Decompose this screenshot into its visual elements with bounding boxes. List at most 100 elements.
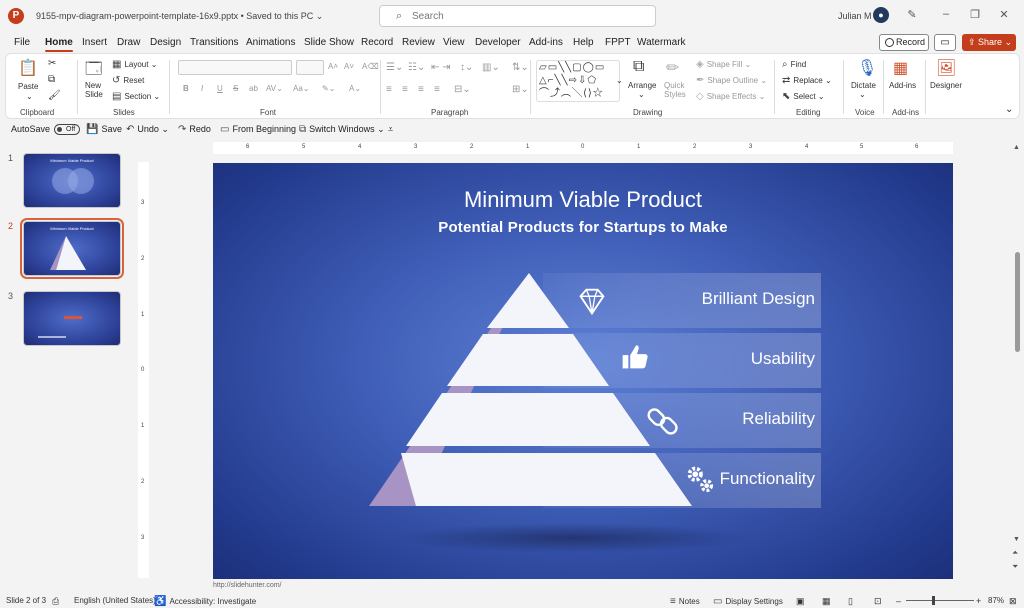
undo-button[interactable]: ↶ Undo ⌄ [126, 124, 169, 135]
collapse-ribbon-icon[interactable]: ⌄ [1005, 104, 1013, 115]
tab-insert[interactable]: Insert [82, 37, 107, 48]
strikethrough-icon[interactable]: S [233, 84, 238, 93]
font-size-box[interactable] [296, 60, 324, 75]
section-button[interactable]: ▤ Section ⌄ [112, 91, 160, 102]
reading-view-icon[interactable]: ▯ [848, 596, 853, 607]
add-ins-icon[interactable]: ▦ [893, 58, 908, 78]
numbering-icon[interactable]: ☷⌄ [408, 62, 425, 73]
slide-thumbnail-1[interactable]: Minimum Viable Product [23, 153, 121, 208]
slide-thumbnail-2[interactable]: Minimum Viable Product [20, 218, 124, 279]
format-painter-icon[interactable]: 🖌 [48, 90, 61, 101]
accessibility-status[interactable]: ♿ Accessibility: Investigate [154, 596, 256, 607]
quick-styles-button[interactable]: Quick Styles [664, 81, 692, 99]
shadow-icon[interactable]: ab [249, 84, 258, 93]
line-spacing-icon[interactable]: ↕⌄ [460, 62, 473, 73]
zoom-level[interactable]: 87% [988, 596, 1004, 605]
tab-fppt[interactable]: FPPT [605, 37, 631, 48]
shapes-more-icon[interactable]: ⌄ [616, 76, 623, 85]
tab-transitions[interactable]: Transitions [190, 37, 239, 48]
scroll-up-icon[interactable]: ▲ [1013, 144, 1020, 151]
minimize-icon[interactable]: – [938, 8, 954, 20]
quick-styles-icon[interactable]: ✏ [666, 58, 679, 78]
autosave-toggle[interactable]: AutoSave Off [11, 124, 81, 136]
record-button[interactable]: Record [879, 34, 929, 51]
language-status[interactable]: English (United States) [74, 596, 156, 605]
tab-view[interactable]: View [443, 37, 465, 48]
copy-icon[interactable]: ⧉ [48, 74, 55, 85]
replace-button[interactable]: ⇄ Replace ⌄ [782, 75, 832, 86]
tab-home[interactable]: Home [45, 37, 73, 52]
tab-developer[interactable]: Developer [475, 37, 521, 48]
italic-icon[interactable]: I [201, 84, 203, 93]
previous-slide-icon[interactable]: ⏶ [1012, 548, 1018, 558]
align-right-icon[interactable]: ≡ [418, 84, 424, 95]
layout-button[interactable]: ▦ Layout ⌄ [112, 59, 157, 70]
arrange-button[interactable]: Arrange [628, 81, 656, 90]
avatar[interactable]: ● [873, 7, 889, 23]
zoom-slider[interactable] [906, 600, 974, 601]
customize-qat-icon[interactable]: ⩡ [388, 124, 393, 135]
cut-icon[interactable]: ✂ [48, 58, 56, 69]
slidehunter-link[interactable]: http://slidehunter.com/ [213, 582, 281, 589]
tab-watermark[interactable]: Watermark [637, 37, 686, 48]
scroll-down-icon[interactable]: ▼ [1013, 536, 1020, 543]
tab-design[interactable]: Design [150, 37, 181, 48]
shapes-gallery[interactable]: ▱▭╲╲▢◯▭ △⌐╲╲⇨⇩⬠ ⌒⤴︵╲⟨⟩☆ [536, 60, 620, 102]
spelling-icon[interactable]: ⎙ [52, 596, 59, 607]
align-left-icon[interactable]: ≡ [386, 84, 392, 95]
bullets-icon[interactable]: ☰⌄ [386, 62, 403, 73]
paste-icon[interactable]: 📋 [18, 58, 38, 78]
notes-button[interactable]: ≡ Notes [670, 596, 700, 607]
columns-icon[interactable]: ▥⌄ [482, 62, 500, 73]
designer-button[interactable]: Designer [930, 81, 962, 90]
zoom-slider-handle[interactable] [932, 596, 935, 605]
highlight-icon[interactable]: ✎⌄ [322, 84, 335, 93]
next-slide-icon[interactable]: ⏷ [1012, 562, 1018, 572]
smartart-icon[interactable]: ⊞⌄ [512, 84, 529, 95]
redo-button[interactable]: ↷ Redo [178, 124, 211, 135]
font-name-box[interactable] [178, 60, 292, 75]
scrollbar-thumb[interactable] [1015, 252, 1020, 352]
new-slide-button[interactable]: New Slide [85, 81, 111, 99]
save-button[interactable]: 💾 Save [86, 124, 122, 135]
font-color-icon[interactable]: A⌄ [349, 84, 361, 93]
switch-windows-button[interactable]: ⧉ Switch Windows ⌄ [299, 124, 385, 135]
slide-sorter-icon[interactable]: ▦ [822, 596, 831, 607]
dictate-dropdown-icon[interactable]: ⌄ [859, 90, 866, 99]
arrange-icon[interactable]: ⧉ [633, 58, 644, 76]
user-name[interactable]: Julian M [838, 11, 872, 21]
grow-font-icon[interactable]: A˄ [328, 62, 338, 71]
tab-add-ins[interactable]: Add-ins [529, 37, 563, 48]
select-button[interactable]: ⬉ Select ⌄ [782, 91, 825, 102]
from-beginning-button[interactable]: ▭ From Beginning [220, 124, 296, 135]
slide-canvas[interactable]: Minimum Viable Product Potential Product… [213, 163, 953, 579]
indent-icon[interactable]: ⇤ ⇥ [431, 62, 451, 73]
shape-fill-button[interactable]: ◈ Shape Fill ⌄ [696, 59, 751, 70]
paste-dropdown-icon[interactable]: ⌄ [26, 92, 33, 101]
search-box[interactable]: ⌕ Search [379, 5, 656, 27]
shape-outline-button[interactable]: ✒ Shape Outline ⌄ [696, 75, 767, 86]
pen-icon[interactable]: ✎ [904, 8, 920, 21]
tab-review[interactable]: Review [402, 37, 435, 48]
close-icon[interactable]: ✕ [996, 8, 1012, 21]
tab-slide-show[interactable]: Slide Show [304, 37, 354, 48]
tab-animations[interactable]: Animations [246, 37, 295, 48]
bold-icon[interactable]: B [183, 84, 189, 93]
document-title[interactable]: 9155-mpv-diagram-powerpoint-template-16x… [36, 11, 323, 22]
text-direction-icon[interactable]: ⇅⌄ [512, 62, 529, 73]
slideshow-view-icon[interactable]: ⊡ [874, 596, 882, 607]
designer-icon[interactable]: 🖼 [936, 58, 956, 78]
align-center-icon[interactable]: ≡ [402, 84, 408, 95]
arrange-dropdown-icon[interactable]: ⌄ [638, 90, 645, 99]
vertical-scrollbar[interactable]: ▲ ▼ ⏶ ⏷ [1011, 144, 1024, 578]
powerpoint-logo-icon[interactable]: P [8, 8, 24, 24]
reset-button[interactable]: ↺ Reset [112, 75, 144, 86]
find-button[interactable]: ⌕ Find [782, 59, 806, 70]
horizontal-ruler[interactable]: 6 5 4 3 2 1 0 1 2 3 4 5 6 [213, 142, 953, 154]
tab-help[interactable]: Help [573, 37, 594, 48]
normal-view-icon[interactable]: ▣ [796, 596, 805, 607]
autosave-switch[interactable]: Off [54, 124, 81, 136]
add-ins-button[interactable]: Add-ins [889, 81, 916, 90]
tab-record[interactable]: Record [361, 37, 393, 48]
shape-effects-button[interactable]: ◇ Shape Effects ⌄ [696, 91, 765, 102]
